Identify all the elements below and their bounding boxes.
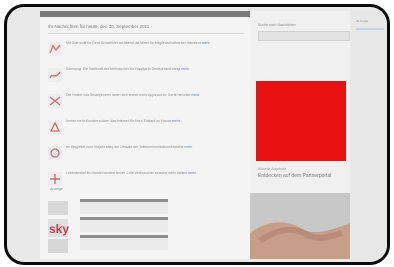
list-item[interactable]: Samsung: Die Kaufkraft der Verbraucher f…	[48, 67, 244, 87]
item-text: Samsung: Die Kaufkraft der Verbraucher f…	[66, 67, 190, 71]
rail-label: Ihr Konto	[356, 19, 369, 23]
item-link[interactable]: mehr	[202, 41, 210, 45]
search-input[interactable]	[258, 31, 350, 41]
item-text: Mit Gott wollt ihr Gerd Schweitzer an Ab…	[66, 41, 210, 45]
item-link[interactable]: mehr	[181, 67, 189, 71]
page-content: Ihr Nachrichten für heute, den 30. Septe…	[7, 7, 387, 262]
news-thumbnail-icon	[48, 172, 62, 186]
item-text: Im Vergleich zum Vorjahr stieg der Umsat…	[66, 145, 193, 149]
item-link[interactable]: mehr	[192, 93, 200, 97]
screen-frame: Ihr Nachrichten für heute, den 30. Septe…	[4, 4, 390, 265]
item-link[interactable]: mehr	[184, 145, 192, 149]
handshake-image-icon[interactable]	[250, 193, 350, 259]
ad-label: Anzeige	[50, 187, 63, 191]
search-label: Suche nach Nachrichten	[258, 23, 297, 27]
news-thumbnail-icon	[48, 68, 62, 82]
page-title: Ihr Nachrichten für heute, den 30. Septe…	[48, 24, 150, 29]
red-ad-banner[interactable]	[256, 81, 346, 161]
rail-link[interactable]	[356, 28, 384, 30]
list-item[interactable]: Mit Gott wollt ihr Gerd Schweitzer an Ab…	[48, 41, 244, 61]
item-text: Die Nutzer von Smartphones laden sich im…	[66, 93, 200, 97]
right-column: Suche nach Nachrichten Aktuelle Angebote…	[250, 11, 350, 259]
news-thumbnail-icon	[48, 146, 62, 160]
right-rail: Ihr Konto	[352, 11, 387, 259]
item-link[interactable]: mehr	[188, 171, 196, 175]
list-item[interactable]: Im Vergleich zum Vorjahr stieg der Umsat…	[48, 145, 244, 165]
item-text: Lebensmittel im Handel werden teurer – d…	[66, 171, 197, 175]
list-item[interactable]: Die Nutzer von Smartphones laden sich im…	[48, 93, 244, 113]
main-column: Ihr Nachrichten für heute, den 30. Septe…	[40, 11, 250, 259]
ad-slot[interactable]	[80, 220, 168, 232]
news-thumbnail-icon	[48, 42, 62, 56]
promo-label: Aktuelle Angebote	[258, 167, 287, 171]
promo-title[interactable]: Entdecken auf dem Partnerportal	[258, 173, 344, 179]
news-thumbnail-icon	[48, 94, 62, 108]
item-text: Immer mehr Kunden nutzen das Internet fü…	[66, 119, 181, 123]
item-link[interactable]: mehr	[172, 119, 180, 123]
sky-logo: sky	[49, 222, 69, 236]
divider	[48, 33, 244, 34]
list-item[interactable]: Immer mehr Kunden nutzen das Internet fü…	[48, 119, 244, 139]
ad-slot[interactable]	[80, 202, 168, 214]
ad-slot[interactable]	[80, 238, 168, 250]
top-bar	[40, 11, 250, 17]
news-thumbnail-icon	[48, 120, 62, 134]
